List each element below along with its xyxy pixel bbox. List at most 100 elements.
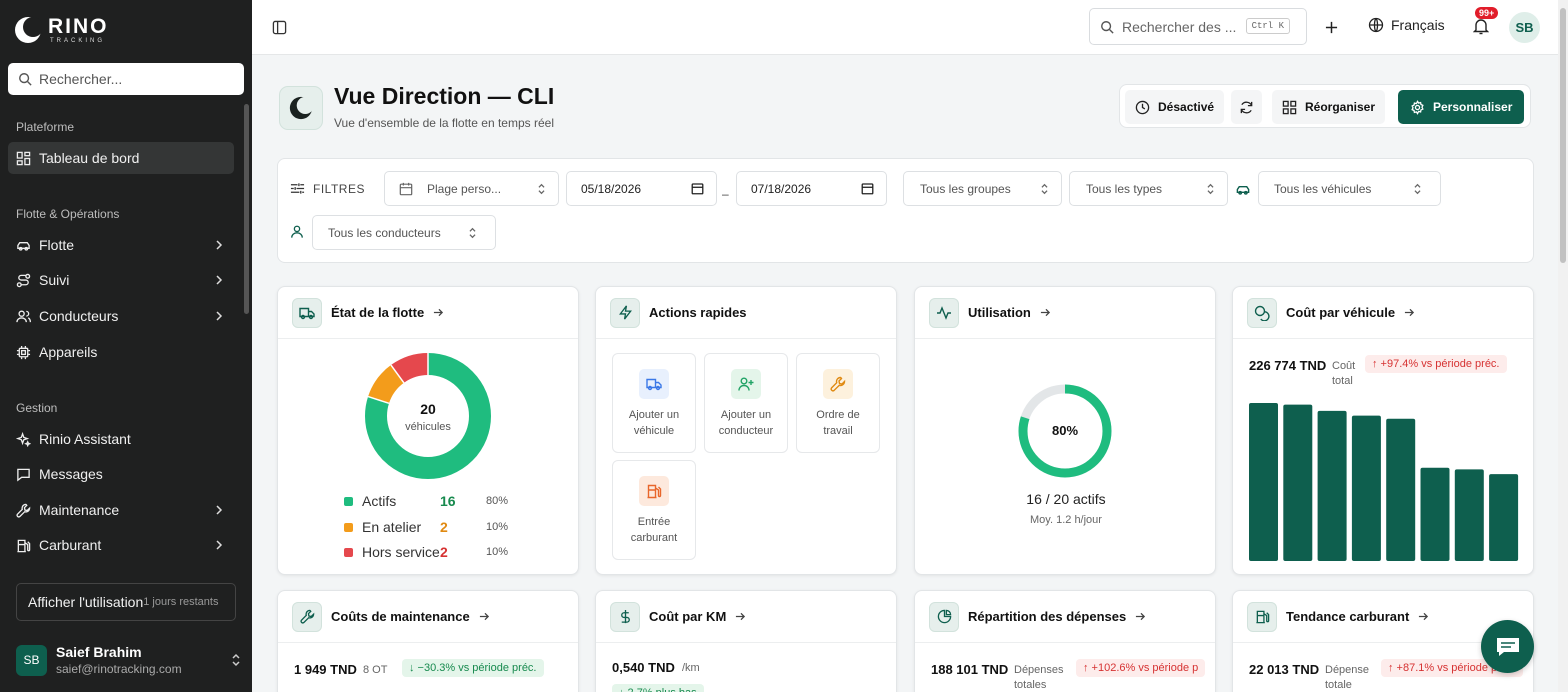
work-order-button[interactable]: Ordre de travail (796, 353, 880, 453)
qa-label-2: conducteur (718, 425, 774, 437)
card-header[interactable]: État de la flotte (278, 287, 578, 339)
sidebar-item-fleet[interactable]: Flotte (8, 229, 234, 261)
sidebar-item-fuel[interactable]: Carburant (8, 529, 234, 561)
sidebar-item-label: Tableau de bord (39, 150, 140, 166)
vehicles-select[interactable]: Tous les véhicules (1258, 171, 1441, 206)
avatar: SB (16, 644, 47, 676)
utilization-pct: 80% (1051, 423, 1079, 438)
date-from-input[interactable]: 05/18/2026 (566, 171, 717, 206)
kpi-label-line: totales (1014, 679, 1047, 691)
notification-badge: 99+ (1475, 7, 1499, 19)
card-icon (610, 297, 640, 328)
date-range-select[interactable]: Plage perso... (384, 171, 559, 206)
card-title: Utilisation (968, 305, 1031, 320)
qa-icon-box (639, 369, 669, 399)
truck-icon (646, 378, 662, 391)
usage-button[interactable]: Afficher l'utilisation 1 jours restants (16, 583, 236, 621)
legend-count: 2 (440, 544, 448, 560)
bar-7 (1489, 474, 1519, 561)
rino-logo-icon (15, 17, 42, 43)
chevron-right-icon (216, 505, 223, 515)
sidebar-item-label: Maintenance (39, 502, 120, 518)
grid-icon (16, 151, 31, 165)
user-name: Saief Brahim (56, 644, 142, 660)
quick-actions-card: Actions rapides Ajouter un véhicule Ajou… (595, 286, 897, 575)
activity-icon (937, 305, 951, 320)
sidebar-item-maintenance[interactable]: Maintenance (8, 494, 234, 526)
chat-widget-button[interactable] (1481, 620, 1534, 673)
legend-pct: 80% (486, 495, 509, 507)
qa-label-2: carburant (630, 532, 678, 544)
fleet-total-label: véhicules (405, 421, 451, 433)
arrow-right-icon (1136, 612, 1146, 621)
chevron-updown-icon (469, 227, 476, 239)
card-header[interactable]: Utilisation (915, 287, 1215, 339)
plus-icon[interactable] (1325, 21, 1338, 34)
search-icon (1101, 20, 1114, 34)
page-scrollbar[interactable] (1558, 0, 1568, 692)
sidebar-search-input[interactable]: Rechercher... (8, 63, 244, 95)
sidebar-toggle-icon[interactable] (272, 20, 287, 35)
sidebar-scrollbar[interactable] (244, 104, 249, 314)
dashboard-toolbar: Désactivé Réorganiser Personnaliser (1119, 84, 1531, 128)
user-menu[interactable]: SB Saief Brahim saief@rinotracking.com (16, 644, 241, 676)
kpi-value: 226 774 TND (1249, 358, 1327, 373)
card-icon (929, 601, 959, 632)
card-header[interactable]: Répartition des dépenses (915, 591, 1215, 643)
message-icon (17, 468, 30, 481)
add-vehicle-button[interactable]: Ajouter un véhicule (612, 353, 696, 453)
card-header[interactable]: Coût par véhicule (1233, 287, 1533, 339)
auto-refresh-button[interactable]: Désactivé (1125, 90, 1225, 124)
user-icon (291, 225, 303, 238)
sidebar-item-assistant[interactable]: Rinio Assistant (8, 423, 234, 455)
refresh-button[interactable] (1231, 90, 1262, 124)
sidebar-search-placeholder: Rechercher... (39, 71, 123, 87)
chevron-right-icon (216, 311, 223, 321)
card-title: Coûts de maintenance (331, 609, 470, 624)
wrench-icon (830, 376, 846, 392)
reorganize-label: Réorganiser (1305, 100, 1376, 114)
legend-item-active: Actifs 16 80% (344, 493, 508, 509)
reorganize-button[interactable]: Réorganiser (1272, 90, 1386, 124)
sidebar-item-label: Messages (39, 466, 103, 482)
top-avatar[interactable]: SB (1509, 12, 1540, 43)
fuel-entry-button[interactable]: Entrée carburant (612, 460, 696, 560)
card-header[interactable]: Coûts de maintenance (278, 591, 578, 643)
language-label: Français (1391, 17, 1445, 33)
section-management: Gestion (16, 401, 58, 415)
legend-pct: 10% (486, 546, 509, 558)
drivers-select[interactable]: Tous les conducteurs (312, 215, 496, 250)
customize-label: Personnaliser (1433, 100, 1513, 114)
kpi-label-line: total (1332, 375, 1353, 387)
donut-center: 20 véhicules (363, 401, 493, 433)
sidebar-item-label: Rinio Assistant (39, 431, 131, 447)
add-driver-button[interactable]: Ajouter un conducteur (704, 353, 788, 453)
types-select[interactable]: Tous les types (1069, 171, 1228, 206)
date-to-input[interactable]: 07/18/2026 (736, 171, 887, 206)
sparkles-icon (16, 431, 31, 447)
global-search-input[interactable]: Rechercher des ... Ctrl K (1089, 8, 1307, 45)
language-selector[interactable]: Français (1368, 17, 1445, 33)
sidebar-item-devices[interactable]: Appareils (8, 336, 234, 368)
date-range-value: Plage perso... (427, 181, 502, 196)
sidebar-item-dashboard[interactable]: Tableau de bord (8, 142, 234, 174)
coins-icon (1254, 305, 1270, 321)
date-to-value: 07/18/2026 (751, 181, 812, 196)
sidebar-item-messages[interactable]: Messages (8, 458, 234, 490)
vehicles-value: Tous les véhicules (1274, 181, 1372, 196)
bolt-icon (618, 305, 632, 320)
bell-icon[interactable] (1473, 18, 1489, 35)
groups-select[interactable]: Tous les groupes (903, 171, 1062, 206)
sidebar-item-tracking[interactable]: Suivi (8, 264, 234, 296)
cost-bar-chart (1249, 403, 1519, 561)
legend-label: En atelier (362, 519, 422, 535)
customize-button[interactable]: Personnaliser (1398, 90, 1525, 124)
search-shortcut: Ctrl K (1245, 18, 1290, 34)
card-title: Coût par véhicule (1286, 305, 1396, 320)
legend-swatch (344, 522, 353, 532)
brand-logo[interactable]: RINO TRACKING (14, 16, 109, 44)
card-header[interactable]: Coût par KM (596, 591, 896, 643)
qa-icon-box (731, 369, 761, 399)
sidebar-item-drivers[interactable]: Conducteurs (8, 300, 234, 332)
bar-0 (1249, 403, 1278, 561)
